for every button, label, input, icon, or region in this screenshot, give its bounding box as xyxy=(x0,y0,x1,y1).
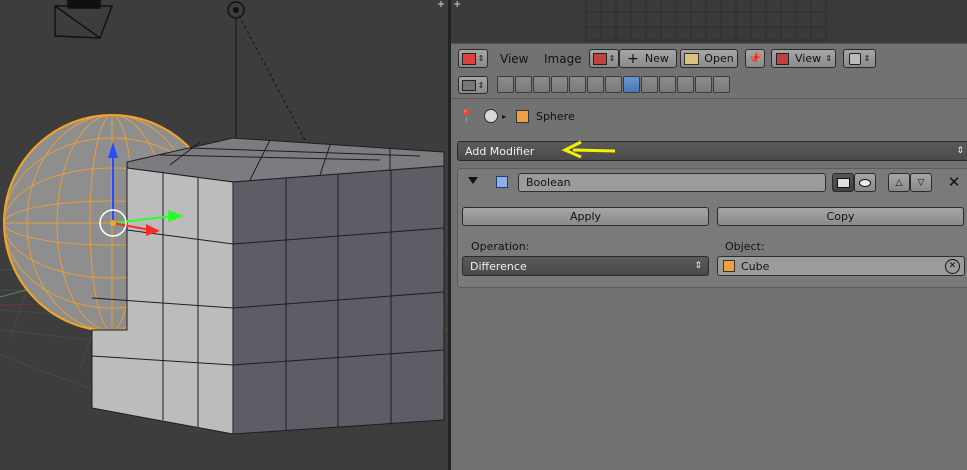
properties-editor-type-button[interactable]: ⇕ xyxy=(458,76,488,94)
3d-viewport[interactable]: + xyxy=(0,0,448,470)
plus-icon: + xyxy=(627,50,639,67)
move-down-button[interactable]: ▽ xyxy=(910,173,932,192)
physics-tab-icon[interactable] xyxy=(713,76,730,93)
particles-tab-icon[interactable] xyxy=(695,76,712,93)
pivot-icon xyxy=(848,52,861,65)
area-corner-plus-icon[interactable]: + xyxy=(453,0,463,10)
view-mode-label: View xyxy=(795,52,822,65)
annotation-arrow xyxy=(561,140,616,159)
chevron-up-icon: △ xyxy=(895,177,903,188)
constraints-tab-icon[interactable] xyxy=(587,76,604,93)
breadcrumb-object-name: Sphere xyxy=(535,109,575,123)
constraints-link-icon[interactable] xyxy=(605,76,622,93)
menu-view[interactable]: View xyxy=(500,52,528,66)
properties-header: ⇕ xyxy=(451,74,967,99)
viewport-corner-plus-icon[interactable]: + xyxy=(436,0,446,10)
chevron-updown-icon: ⇕ xyxy=(863,54,871,63)
copy-label: Copy xyxy=(826,210,855,223)
object-field[interactable]: Cube ✕ xyxy=(717,256,965,276)
render-layers-tab-icon[interactable] xyxy=(515,76,532,93)
data-tab-icon[interactable] xyxy=(641,76,658,93)
modifier-name-field[interactable]: Boolean xyxy=(518,173,826,192)
pin-icon: 📌 xyxy=(748,52,762,65)
image-editor-header: ⇕ View Image ⇕ + New Open 📌 View ⇕ ⇕ xyxy=(451,43,967,75)
chevron-updown-icon: ⇕ xyxy=(477,80,485,90)
chevron-updown-icon: ⇕ xyxy=(477,54,485,63)
modifier-panel: Boolean △ ▽ ✕ Apply Copy Operation: Obje… xyxy=(457,168,967,288)
copy-button[interactable]: Copy xyxy=(717,207,964,226)
image-editor-icon xyxy=(461,52,476,65)
add-modifier-label: Add Modifier xyxy=(465,144,535,158)
render-tab-icon[interactable] xyxy=(497,76,514,93)
folder-icon xyxy=(684,52,700,65)
chevron-updown-icon: ⇕ xyxy=(825,54,832,63)
operation-value: Difference xyxy=(470,259,527,273)
new-image-label: New xyxy=(644,52,669,65)
view-mode-icon xyxy=(776,52,789,65)
cube-object[interactable] xyxy=(91,137,445,435)
editor-type-button[interactable]: ⇕ xyxy=(458,49,488,68)
pin-button[interactable]: 📌 xyxy=(745,49,765,68)
modifiers-wrench-tab-icon[interactable] xyxy=(623,76,640,93)
material-tab-icon[interactable] xyxy=(659,76,676,93)
open-image-label: Open xyxy=(704,52,734,65)
collapse-triangle-icon[interactable] xyxy=(468,177,478,184)
viewport-toggle-button[interactable] xyxy=(854,173,876,192)
scene-tab-icon[interactable] xyxy=(533,76,550,93)
properties-icon xyxy=(461,79,476,91)
boolean-modifier-icon xyxy=(496,176,508,188)
modifier-name-text: Boolean xyxy=(526,176,571,189)
pin-icon[interactable]: 📍 xyxy=(459,109,474,123)
eye-icon xyxy=(859,178,871,187)
pivot-dropdown[interactable]: ⇕ xyxy=(843,49,876,68)
chevron-updown-icon: ⇕ xyxy=(608,54,616,63)
image-icon xyxy=(592,52,607,65)
chevron-updown-icon: ⇕ xyxy=(694,261,702,271)
chevron-updown-icon: ⇕ xyxy=(956,146,964,156)
move-up-button[interactable]: △ xyxy=(888,173,910,192)
chevron-right-icon: ▸ xyxy=(501,111,506,121)
operation-dropdown[interactable]: Difference ⇕ xyxy=(462,256,709,276)
apply-button[interactable]: Apply xyxy=(462,207,709,226)
world-tab-icon[interactable] xyxy=(551,76,568,93)
properties-panel: 📍 ▸ Sphere Add Modifier ⇕ Boolean △ ▽ ✕ xyxy=(451,99,967,470)
view-mode-dropdown[interactable]: View ⇕ xyxy=(771,49,836,68)
image-browse-button[interactable]: ⇕ xyxy=(589,49,619,68)
breadcrumb: 📍 ▸ Sphere xyxy=(459,107,575,125)
camera-icon xyxy=(836,177,850,188)
open-image-button[interactable]: Open xyxy=(680,49,738,68)
add-modifier-dropdown[interactable]: Add Modifier ⇕ xyxy=(457,141,967,161)
render-toggle-button[interactable] xyxy=(832,173,854,192)
clear-field-close-icon[interactable]: ✕ xyxy=(945,259,960,274)
object-tab-icon[interactable] xyxy=(569,76,586,93)
texture-tab-icon[interactable] xyxy=(677,76,694,93)
scene-object-icon xyxy=(483,109,498,123)
object-cube-icon xyxy=(723,260,735,272)
object-value: Cube xyxy=(741,259,770,273)
object-cube-icon xyxy=(515,109,529,123)
apply-label: Apply xyxy=(569,210,602,223)
new-image-button[interactable]: + New xyxy=(619,49,677,68)
image-editor-area[interactable]: + xyxy=(451,0,967,43)
operation-label: Operation: xyxy=(471,240,530,253)
camera-object[interactable] xyxy=(54,0,114,39)
menu-image[interactable]: Image xyxy=(544,52,582,66)
object-label: Object: xyxy=(725,240,765,253)
remove-modifier-close-icon[interactable]: ✕ xyxy=(945,173,963,192)
chevron-down-icon: ▽ xyxy=(917,177,925,188)
